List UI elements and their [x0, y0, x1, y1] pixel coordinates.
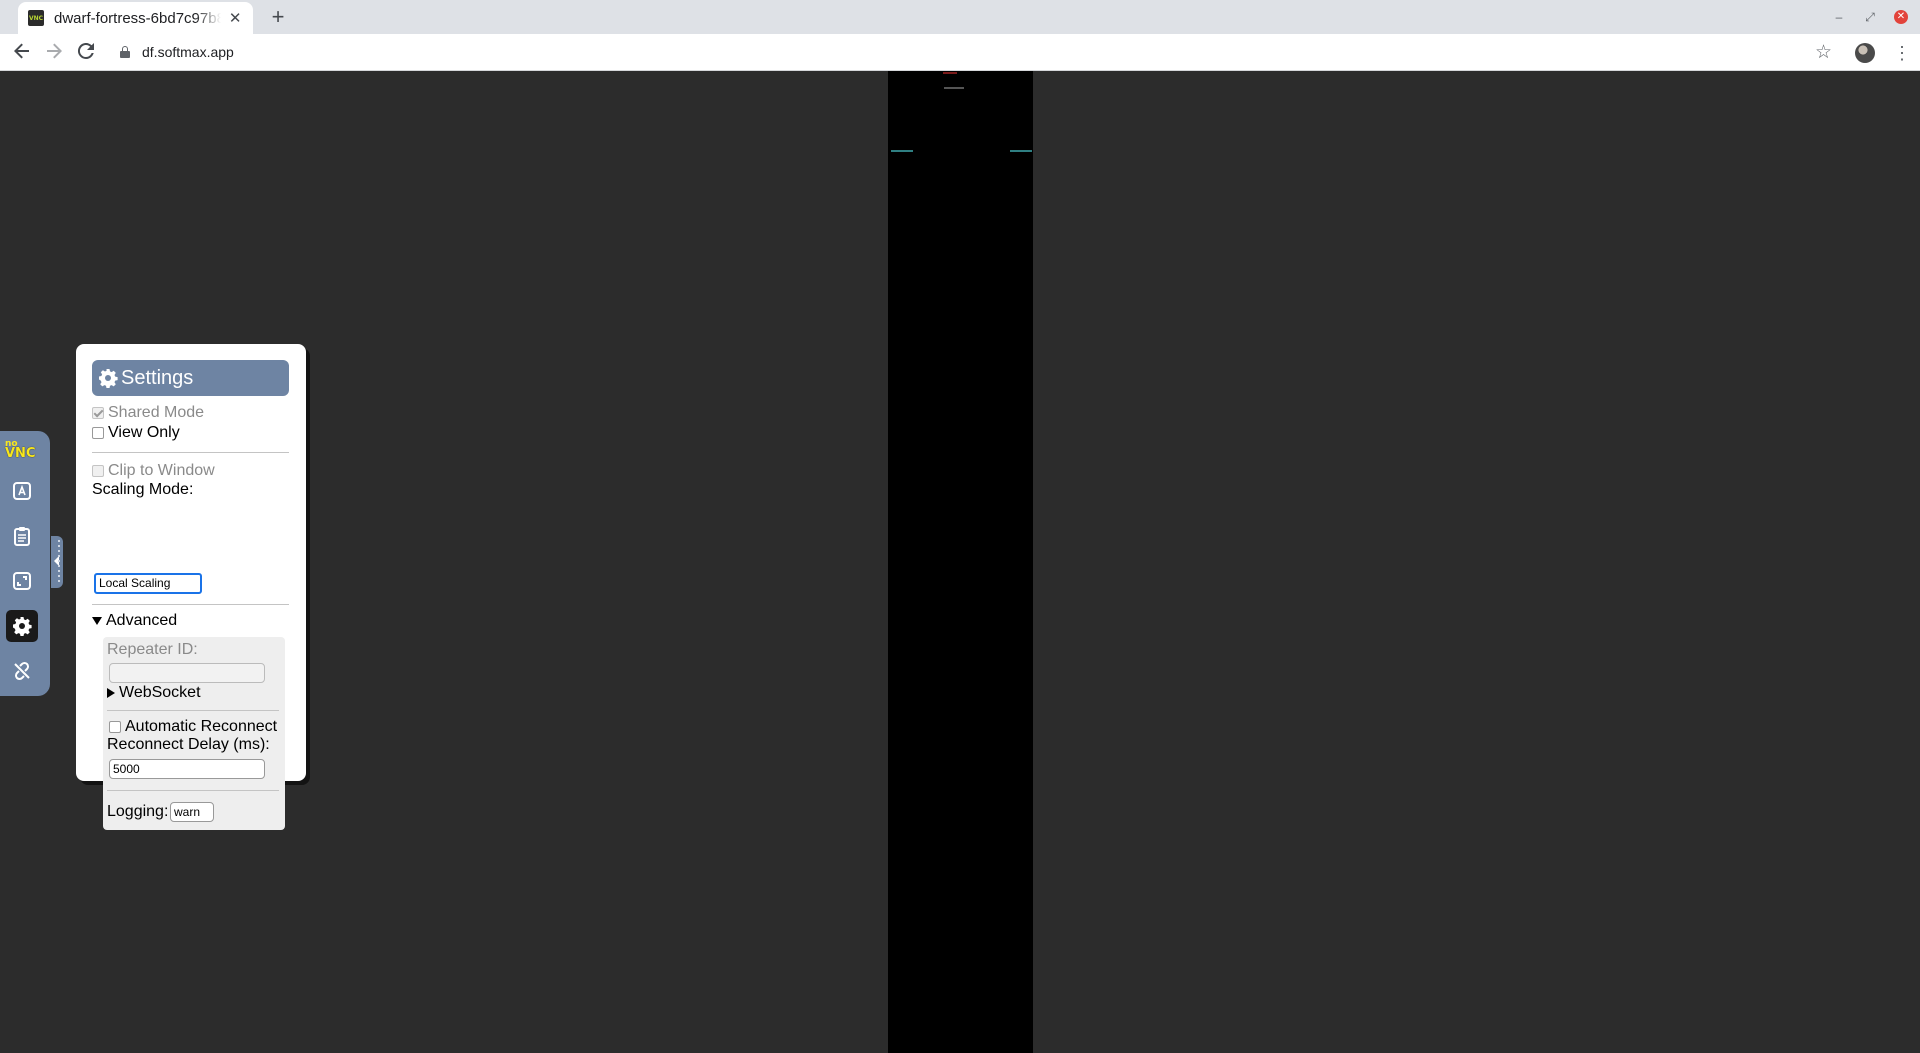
browser-tab[interactable]: VNC dwarf-fortress-6bd7c97b8 ✕ — [18, 2, 253, 34]
divider — [107, 790, 279, 791]
fullscreen-button[interactable] — [6, 565, 38, 597]
clip-to-window-option: Clip to Window — [92, 462, 215, 480]
lock-icon[interactable] — [120, 46, 130, 58]
keyboard-a-icon — [13, 482, 31, 500]
drag-grip-icon — [58, 540, 60, 584]
logo-vnc-text: VNC — [5, 446, 36, 461]
websocket-label: WebSocket — [119, 684, 201, 701]
vnc-favicon-icon: VNC — [28, 10, 44, 26]
shared-mode-label: Shared Mode — [108, 404, 205, 421]
remote-pixel-artifact — [943, 72, 957, 74]
view-only-option[interactable]: View Only — [92, 424, 180, 442]
reconnect-delay-label: Reconnect Delay (ms): — [107, 736, 270, 753]
settings-header: Settings — [92, 360, 289, 396]
reload-icon — [77, 42, 94, 59]
back-arrow-icon — [14, 43, 29, 59]
logging-select[interactable]: warn — [170, 802, 214, 822]
extra-keys-button[interactable] — [6, 475, 38, 507]
remote-pixel-artifact — [944, 87, 964, 89]
gear-icon — [13, 617, 32, 636]
clipboard-icon — [14, 527, 30, 546]
minimize-button[interactable]: – — [1828, 6, 1850, 28]
gear-icon — [99, 369, 118, 388]
novnc-logo: no VNC — [5, 439, 36, 461]
clipboard-button[interactable] — [6, 520, 38, 552]
tab-title: dwarf-fortress-6bd7c97b8 — [54, 9, 222, 27]
view-only-checkbox[interactable] — [92, 427, 104, 439]
address-bar: df.softmax.app ☆ ⋮ — [0, 34, 1920, 71]
view-only-label[interactable]: View Only — [108, 424, 180, 442]
tab-close-icon[interactable]: ✕ — [227, 9, 243, 27]
bookmark-star-icon[interactable]: ☆ — [1815, 41, 1832, 65]
settings-panel: Settings Shared Mode View Only Clip to W… — [76, 344, 306, 830]
reconnect-delay-input[interactable]: 5000 — [109, 759, 265, 779]
advanced-toggle[interactable]: Advanced — [92, 612, 177, 630]
remote-pixel-artifact — [891, 150, 913, 152]
remote-screen-canvas[interactable] — [888, 71, 1033, 1053]
forward-arrow-icon — [47, 43, 62, 59]
divider — [107, 710, 279, 711]
divider — [92, 604, 289, 605]
websocket-toggle[interactable]: WebSocket — [107, 684, 201, 702]
collapsed-triangle-icon — [107, 688, 115, 698]
back-button[interactable] — [10, 41, 34, 65]
scaling-mode-select[interactable]: Local Scaling — [94, 573, 202, 594]
scaling-mode-value: Local Scaling — [99, 576, 171, 590]
restore-button[interactable]: ⤢ — [1859, 6, 1881, 28]
remote-pixel-artifact — [1010, 150, 1032, 152]
logging-value: warn — [174, 805, 201, 819]
forward-button[interactable] — [42, 41, 66, 65]
auto-reconnect-checkbox[interactable] — [109, 721, 121, 733]
profile-avatar[interactable] — [1855, 43, 1875, 63]
repeater-id-input — [109, 663, 265, 683]
shared-mode-option: Shared Mode — [92, 404, 204, 422]
browser-menu-icon[interactable]: ⋮ — [1893, 41, 1911, 65]
clip-to-window-checkbox — [92, 465, 104, 477]
logging-label: Logging: — [107, 803, 169, 820]
shared-mode-checkbox — [92, 407, 104, 419]
reload-button[interactable] — [74, 41, 98, 65]
novnc-viewport: no VNC Settings Shared Mode View Only Cl… — [0, 71, 1920, 1053]
auto-reconnect-label[interactable]: Automatic Reconnect — [125, 718, 277, 736]
new-tab-button[interactable]: + — [266, 5, 290, 29]
auto-reconnect-option[interactable]: Automatic Reconnect — [109, 718, 277, 736]
advanced-label: Advanced — [106, 612, 178, 629]
disconnect-button[interactable] — [6, 655, 38, 687]
repeater-id-label: Repeater ID: — [107, 641, 198, 658]
novnc-control-bar: no VNC — [0, 431, 63, 696]
clip-to-window-label: Clip to Window — [108, 462, 215, 479]
settings-title: Settings — [121, 366, 194, 389]
scaling-mode-label: Scaling Mode: — [92, 481, 194, 498]
expanded-triangle-icon — [92, 617, 102, 625]
divider — [92, 452, 289, 453]
fullscreen-icon — [13, 572, 31, 590]
control-bar-handle[interactable] — [51, 536, 63, 588]
url-text[interactable]: df.softmax.app — [142, 44, 234, 60]
settings-button[interactable] — [6, 610, 38, 642]
close-window-button[interactable]: ✕ — [1894, 10, 1908, 24]
disconnect-icon — [14, 661, 30, 681]
browser-tab-bar: VNC dwarf-fortress-6bd7c97b8 ✕ + – ⤢ ✕ — [0, 0, 1920, 34]
